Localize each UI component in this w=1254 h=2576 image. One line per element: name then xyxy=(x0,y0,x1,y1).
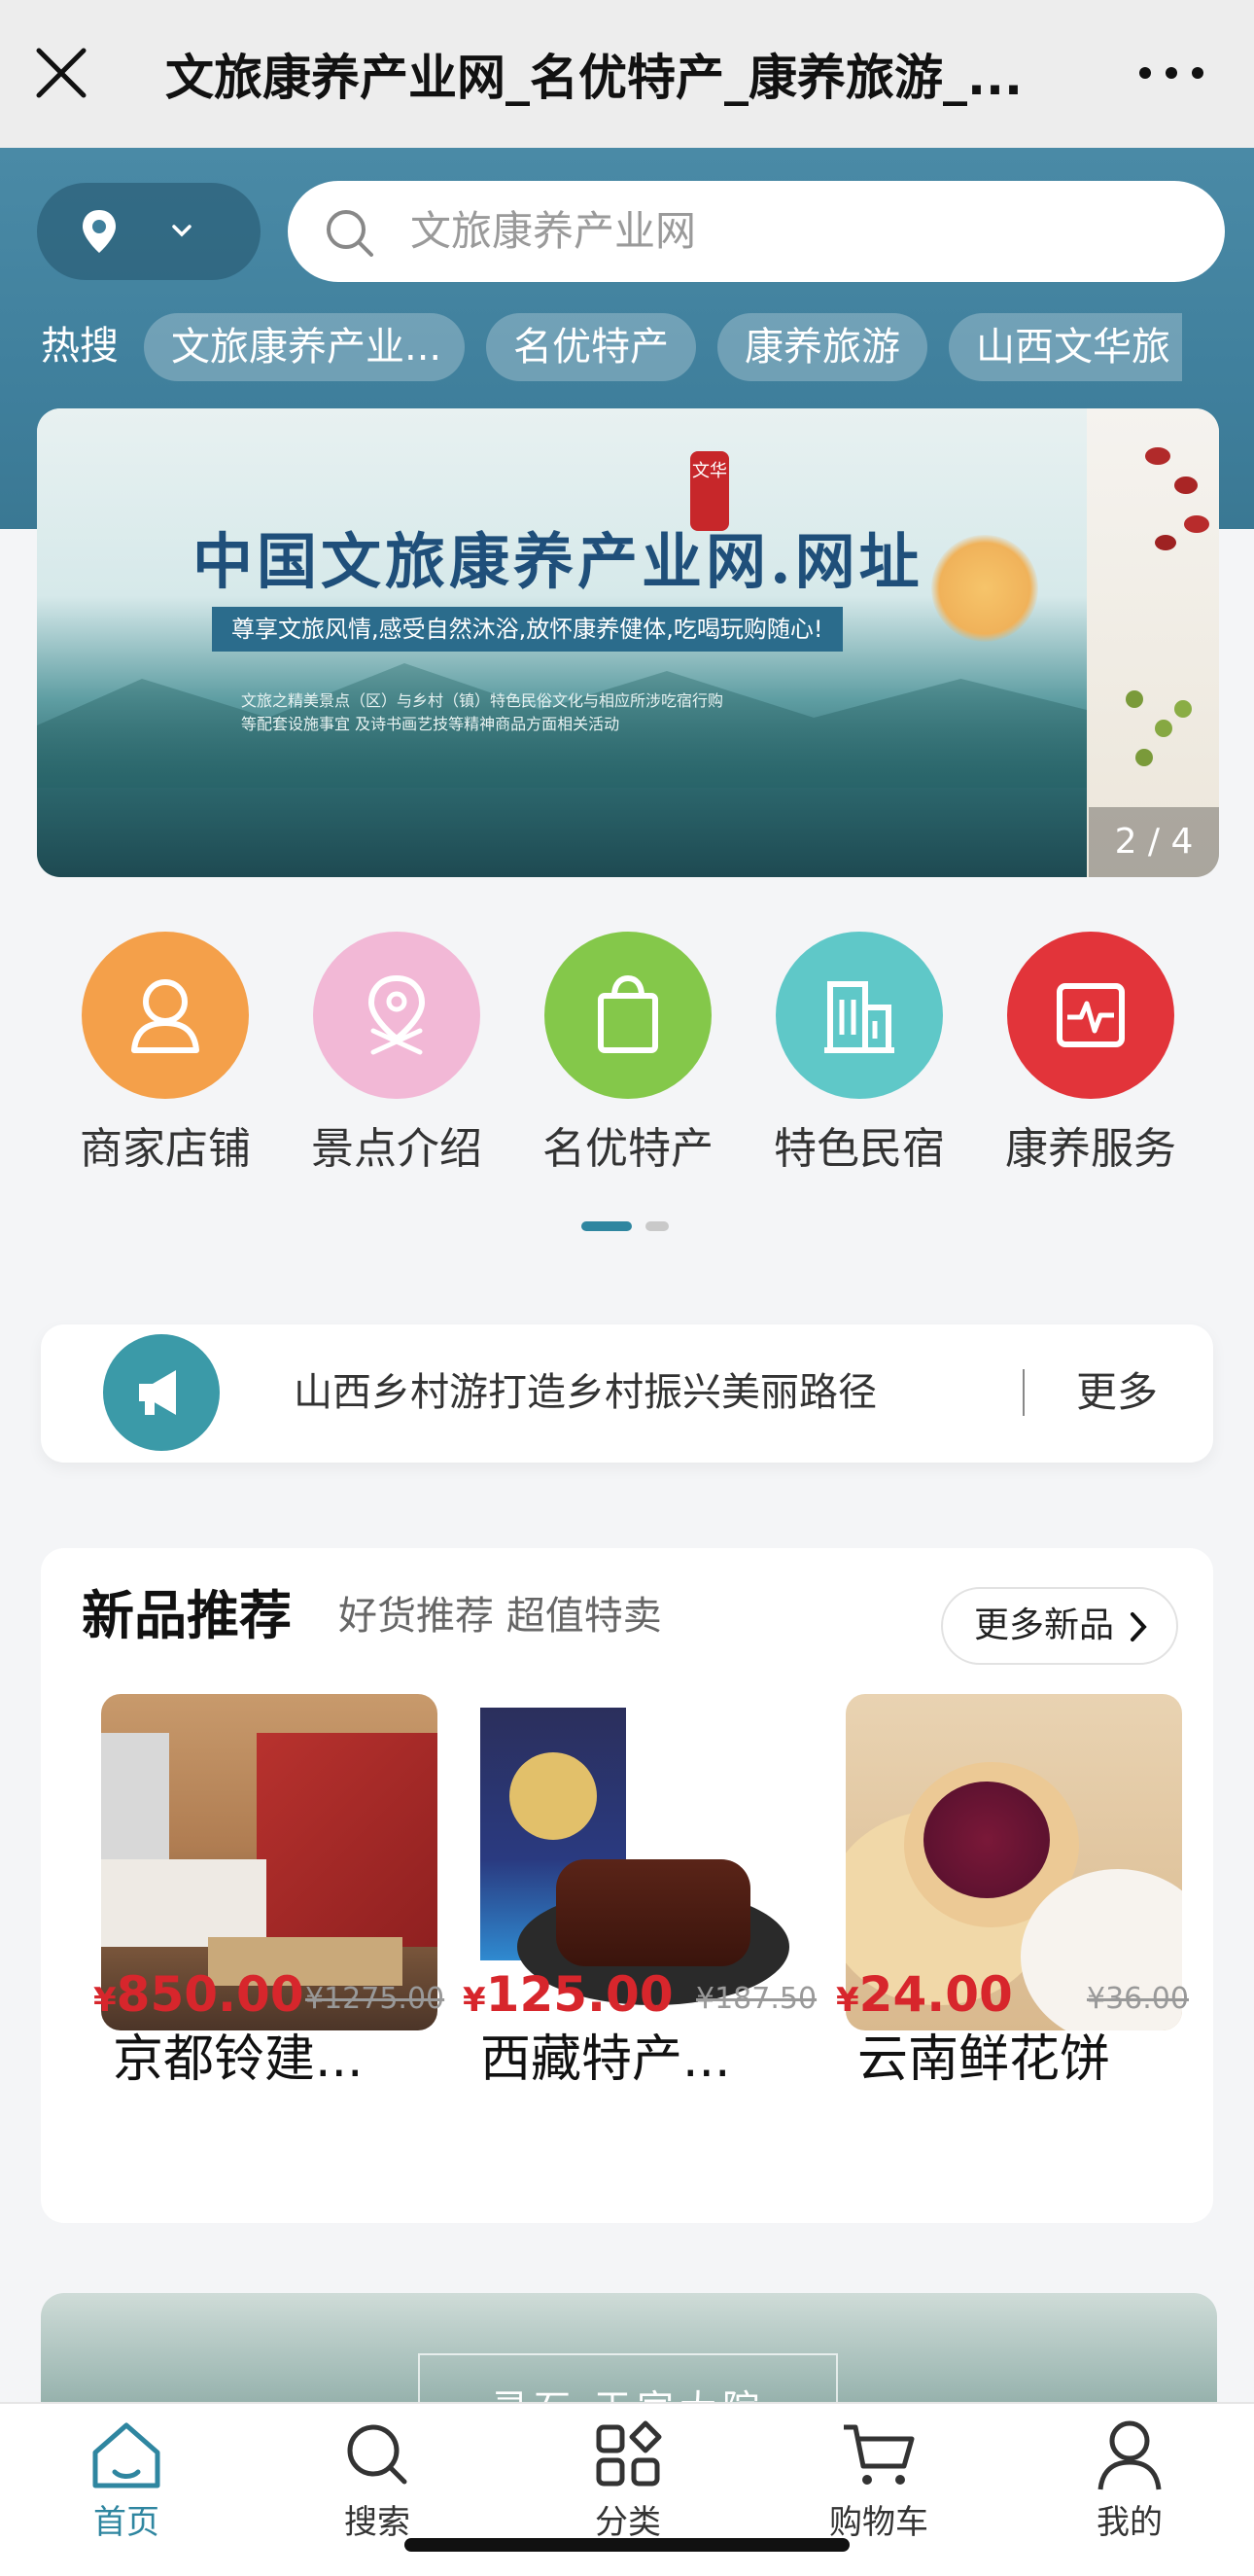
banner-note: 文旅之精美景点（区）与乡村（镇）特色民俗文化与相应所涉吃宿行购 xyxy=(241,691,724,710)
category-page-indicator xyxy=(581,1221,669,1233)
more-new-products-label: 更多新品 xyxy=(974,1606,1115,1645)
hot-search-chip[interactable]: 文旅康养产业... xyxy=(144,313,465,381)
user-icon xyxy=(82,932,249,1099)
top-nav-bar: 文旅康养产业网_名优特产_康养旅游_... xyxy=(0,0,1254,148)
tab-label: 首页 xyxy=(93,2503,159,2542)
indicator-dot xyxy=(645,1221,669,1231)
page-title: 文旅康养产业网_名优特产_康养旅游_... xyxy=(165,50,1023,106)
banner-subtitle: 尊享文旅风情,感受自然沐浴,放怀康养健体,吃喝玩购随心! xyxy=(212,607,843,652)
banner-counter: 2 / 4 xyxy=(1089,807,1219,877)
product-original-price: ¥187.50 xyxy=(696,1982,818,2016)
product-price: ¥125.00 xyxy=(463,1966,674,2023)
location-icon xyxy=(313,932,480,1099)
home-icon xyxy=(92,2422,160,2488)
hot-search-chip[interactable]: 名优特产 xyxy=(486,313,696,381)
megaphone-icon xyxy=(103,1334,220,1451)
banner-carousel[interactable]: 文华 中国文旅康养产业网.网址 尊享文旅风情,感受自然沐浴,放怀康养健体,吃喝玩… xyxy=(37,408,1219,877)
category-grid: 商家店铺 景点介绍 名优特产 特色民宿 康养服务 xyxy=(0,932,1254,1194)
tab-category[interactable]: 分类 xyxy=(531,2417,725,2546)
product-original-price: ¥1275.00 xyxy=(305,1982,445,2016)
product-price: ¥850.00 xyxy=(93,1966,304,2023)
more-new-products-button[interactable]: 更多新品 xyxy=(941,1587,1178,1665)
tab-search[interactable]: 搜索 xyxy=(280,2417,474,2546)
search-icon xyxy=(327,210,373,257)
banner-note: 等配套设施事宜 及诗书画艺技等精神商品方面相关活动 xyxy=(241,715,620,733)
category-icon xyxy=(596,2420,662,2487)
notice-divider xyxy=(1023,1369,1025,1416)
building-icon xyxy=(776,932,943,1099)
tab-profile[interactable]: 我的 xyxy=(1032,2417,1227,2546)
tab-cart[interactable]: 购物车 xyxy=(782,2417,976,2546)
profile-icon xyxy=(1097,2420,1162,2490)
category-label: 商家店铺 xyxy=(80,1124,251,1174)
hot-search-chip[interactable]: 山西文华旅 xyxy=(949,313,1182,381)
tab-home[interactable]: 首页 xyxy=(29,2417,224,2546)
category-label: 名优特产 xyxy=(542,1124,714,1174)
search-placeholder[interactable]: 文旅康养产业网 xyxy=(410,204,696,259)
category-specialties[interactable]: 名优特产 xyxy=(531,932,725,1179)
hot-search-chip[interactable]: 康养旅游 xyxy=(717,313,927,381)
category-label: 康养服务 xyxy=(1005,1124,1176,1174)
tab-label: 我的 xyxy=(1097,2503,1163,2542)
section-subtitle: 好货推荐 超值特卖 xyxy=(338,1594,662,1639)
hot-search-row: 热搜 文旅康养产业... 名优特产 康养旅游 山西文华旅 xyxy=(0,309,1254,387)
category-wellness-services[interactable]: 康养服务 xyxy=(993,932,1188,1179)
pulse-icon xyxy=(1007,932,1174,1099)
more-dots-icon[interactable] xyxy=(1139,58,1203,88)
banner-title: 中国文旅康养产业网.网址 xyxy=(192,526,923,597)
category-label: 景点介绍 xyxy=(311,1124,482,1174)
category-merchant-shops[interactable]: 商家店铺 xyxy=(68,932,262,1179)
location-selector[interactable] xyxy=(37,183,261,280)
search-icon xyxy=(347,2424,407,2485)
banner-sun xyxy=(931,535,1038,642)
cart-icon xyxy=(844,2424,915,2485)
search-bar[interactable]: 文旅康养产业网 xyxy=(288,181,1225,282)
bag-icon xyxy=(544,932,712,1099)
banner-seal: 文华 xyxy=(690,451,729,531)
notice-more-link[interactable]: 更多 xyxy=(1034,1363,1200,1422)
indicator-dot-active xyxy=(581,1221,632,1231)
close-icon[interactable] xyxy=(29,41,93,105)
notice-text[interactable]: 山西乡村游打造乡村振兴美丽路径 xyxy=(294,1363,974,1422)
chevron-right-icon xyxy=(1131,1612,1147,1641)
hot-search-label: 热搜 xyxy=(41,324,119,369)
category-label: 特色民宿 xyxy=(774,1124,945,1174)
notice-bar[interactable]: 山西乡村游打造乡村振兴美丽路径 更多 xyxy=(41,1324,1213,1463)
category-homestays[interactable]: 特色民宿 xyxy=(762,932,957,1179)
category-scenic-spots[interactable]: 景点介绍 xyxy=(299,932,494,1179)
new-products-section: 新品推荐 好货推荐 超值特卖 更多新品 京都铃建... ¥850.00 ¥127… xyxy=(41,1548,1213,2223)
location-pin-icon xyxy=(83,210,116,253)
home-indicator[interactable] xyxy=(404,2538,850,2552)
section-title: 新品推荐 xyxy=(82,1585,292,1646)
chevron-down-icon xyxy=(172,225,192,237)
product-original-price: ¥36.00 xyxy=(1087,1982,1189,2016)
product-price: ¥24.00 xyxy=(836,1966,1013,2023)
banner-slide[interactable]: 文华 中国文旅康养产业网.网址 尊享文旅风情,感受自然沐浴,放怀康养健体,吃喝玩… xyxy=(37,408,1087,877)
